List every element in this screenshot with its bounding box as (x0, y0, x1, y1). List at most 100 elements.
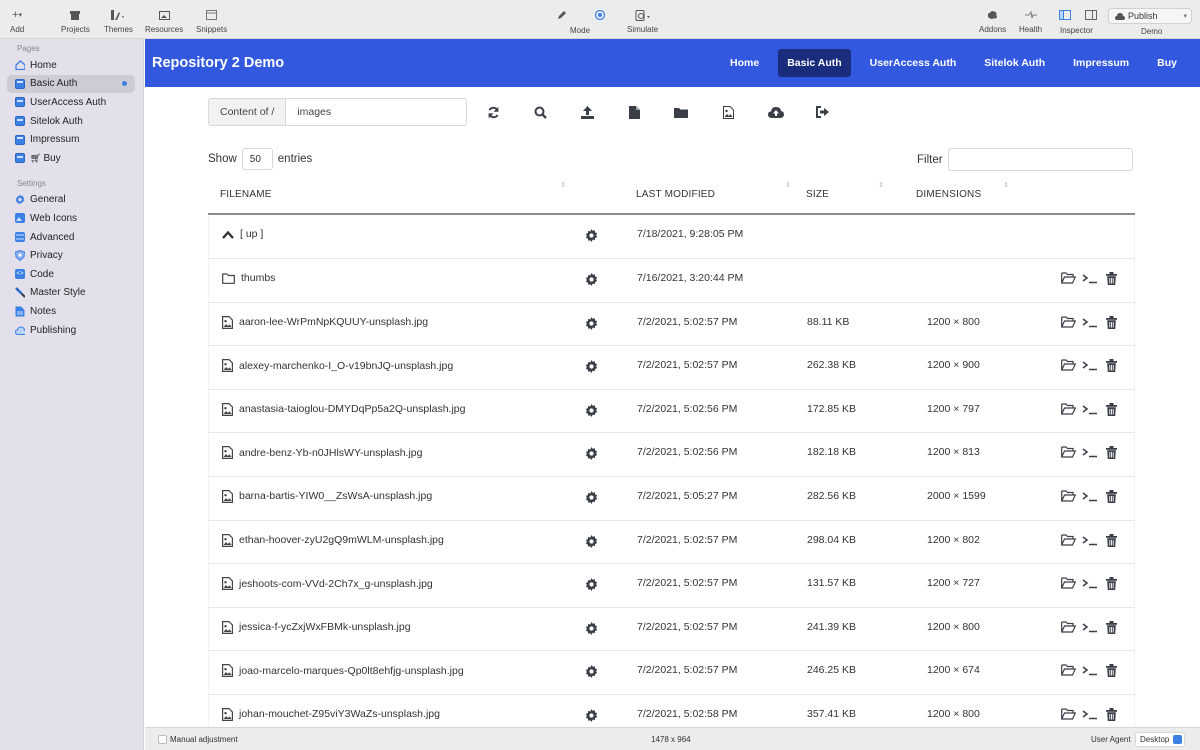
open-folder-icon[interactable] (1061, 533, 1077, 547)
simulate-button[interactable]: Simulate (627, 8, 658, 34)
sidebar-item-impressum[interactable]: Impressum (7, 130, 135, 149)
nav-sitelok-auth[interactable]: Sitelok Auth (975, 49, 1054, 77)
terminal-icon[interactable] (1082, 664, 1098, 677)
open-folder-icon[interactable] (1061, 315, 1077, 329)
trash-icon[interactable] (1106, 446, 1119, 460)
table-row[interactable]: joao-marcelo-marques-Qp0lt8ehfjg-unsplas… (208, 651, 1135, 695)
gear-icon[interactable] (585, 316, 598, 330)
table-row[interactable]: thumbs 7/16/2021, 3:20:44 PM (208, 259, 1135, 303)
search-icon[interactable] (530, 102, 550, 122)
image-file-icon[interactable] (718, 102, 738, 122)
new-folder-icon[interactable] (671, 102, 691, 122)
file-name[interactable]: aaron-lee-WrPmNpKQUUY-unsplash.jpg (222, 315, 428, 329)
trash-icon[interactable] (1106, 359, 1119, 373)
file-name[interactable]: thumbs (222, 272, 275, 284)
gear-icon[interactable] (585, 360, 598, 374)
projects-button[interactable]: Projects (61, 8, 90, 34)
sidebar-item-privacy[interactable]: Privacy (7, 246, 135, 265)
nav-useraccess-auth[interactable]: UserAccess Auth (861, 49, 966, 77)
new-file-icon[interactable] (624, 102, 644, 122)
trash-icon[interactable] (1106, 664, 1119, 678)
gear-icon[interactable] (585, 665, 598, 679)
inspector-right-toggle[interactable] (1085, 8, 1097, 22)
table-row[interactable]: johan-mouchet-Z95viY3WaZs-unsplash.jpg 7/… (208, 694, 1135, 727)
open-folder-icon[interactable] (1061, 621, 1077, 634)
file-name[interactable]: ethan-hoover-zyU2gQ9mWLM-unsplash.jpg (222, 533, 444, 547)
table-row[interactable]: jeshoots-com-VVd-2Ch7x_g-unsplash.jpg 7/2… (208, 564, 1135, 608)
sidebar-item-master-style[interactable]: Master Style (7, 284, 135, 303)
table-row[interactable]: aaron-lee-WrPmNpKQUUY-unsplash.jpg 7/2/20… (208, 302, 1135, 347)
col-dimensions[interactable]: DIMENSIONS (916, 189, 981, 200)
gear-icon[interactable] (585, 534, 598, 548)
publish-button[interactable]: Publish ▾ (1108, 8, 1192, 24)
sidebar-item-buy[interactable]: 🛒︎ Buy (7, 149, 135, 168)
terminal-icon[interactable] (1082, 359, 1098, 372)
preview-mode-button[interactable] (594, 8, 606, 22)
gear-icon[interactable] (585, 273, 598, 286)
cloud-upload-icon[interactable] (766, 102, 786, 122)
nav-home[interactable]: Home (721, 49, 768, 77)
file-name[interactable]: alexey-marchenko-I_O-v19bnJQ-unsplash.jp… (222, 359, 453, 373)
terminal-icon[interactable] (1082, 403, 1098, 416)
trash-icon[interactable] (1106, 489, 1119, 503)
user-agent-select[interactable]: Desktop (1135, 732, 1185, 747)
terminal-icon[interactable] (1082, 490, 1098, 503)
gear-icon[interactable] (585, 490, 598, 504)
sidebar-item-home[interactable]: Home (7, 56, 135, 75)
open-folder-icon[interactable] (1061, 577, 1077, 590)
col-size[interactable]: SIZE (806, 189, 829, 200)
trash-icon[interactable] (1106, 707, 1119, 721)
health-button[interactable]: Health (1019, 8, 1042, 34)
col-last-modified[interactable]: LAST MODIFIED (636, 189, 715, 200)
file-name[interactable]: barna-bartis-YIW0__ZsWsA-unsplash.jpg (222, 489, 432, 503)
table-row[interactable]: alexey-marchenko-I_O-v19bnJQ-unsplash.jp… (208, 346, 1135, 390)
gear-icon[interactable] (585, 403, 598, 417)
sidebar-item-publishing[interactable]: Publishing (7, 321, 135, 340)
themes-button[interactable]: Themes (104, 8, 133, 34)
terminal-icon[interactable] (1082, 708, 1098, 721)
table-row[interactable]: jessica-f-ycZxjWxFBMk-unsplash.jpg 7/2/20… (208, 607, 1135, 652)
gear-icon[interactable] (585, 708, 598, 722)
trash-icon[interactable] (1106, 315, 1119, 329)
trash-icon[interactable] (1106, 620, 1119, 634)
table-row[interactable]: [ up ] 7/18/2021, 9:28:05 PM (208, 215, 1135, 259)
open-folder-icon[interactable] (1061, 664, 1077, 677)
open-folder-icon[interactable] (1061, 490, 1077, 503)
edit-mode-button[interactable] (557, 8, 567, 22)
open-folder-icon[interactable] (1061, 403, 1077, 416)
entries-select[interactable]: 50 (241, 148, 273, 170)
upload-icon[interactable] (577, 102, 597, 122)
trash-icon[interactable] (1106, 533, 1119, 547)
terminal-icon[interactable] (1082, 534, 1098, 547)
terminal-icon[interactable] (1082, 446, 1098, 459)
add-button[interactable]: + ▾ Add (10, 8, 24, 34)
open-folder-icon[interactable] (1061, 708, 1077, 721)
sidebar-item-useraccess-auth[interactable]: UserAccess Auth (7, 93, 135, 112)
nav-basic-auth[interactable]: Basic Auth (778, 49, 851, 77)
open-folder-icon[interactable] (1061, 272, 1077, 285)
terminal-icon[interactable] (1082, 316, 1098, 329)
sidebar-item-advanced[interactable]: Advanced (7, 228, 135, 247)
sort-icon[interactable]: ⇕ (560, 181, 566, 189)
terminal-icon[interactable] (1082, 621, 1098, 634)
logout-icon[interactable] (813, 102, 833, 122)
file-name[interactable]: [ up ] (222, 228, 263, 240)
nav-buy[interactable]: Buy (1148, 49, 1186, 77)
file-name[interactable]: andre-benz-Yb-n0JHlsWY-unsplash.jpg (222, 446, 422, 460)
nav-impressum[interactable]: Impressum (1064, 49, 1138, 77)
resources-button[interactable]: Resources (145, 8, 183, 34)
file-name[interactable]: anastasia-taioglou-DMYDqPp5a2Q-unsplash.… (222, 402, 465, 416)
sidebar-item-basic-auth[interactable]: Basic Auth (7, 74, 135, 94)
table-row[interactable]: anastasia-taioglou-DMYDqPp5a2Q-unsplash.… (208, 389, 1135, 434)
manual-adjustment-checkbox[interactable] (158, 735, 167, 744)
site-brand[interactable]: Repository 2 Demo (152, 55, 721, 71)
trash-icon[interactable] (1106, 272, 1119, 285)
path-input[interactable] (286, 99, 467, 125)
gear-icon[interactable] (585, 621, 598, 635)
sort-icon[interactable]: ⇕ (878, 181, 884, 189)
table-row[interactable]: andre-benz-Yb-n0JHlsWY-unsplash.jpg 7/2/2… (208, 433, 1135, 477)
sidebar-item-code[interactable]: <> Code (7, 265, 135, 284)
file-name[interactable]: johan-mouchet-Z95viY3WaZs-unsplash.jpg (222, 707, 440, 721)
filter-input[interactable] (947, 148, 1133, 171)
terminal-icon[interactable] (1082, 577, 1098, 590)
